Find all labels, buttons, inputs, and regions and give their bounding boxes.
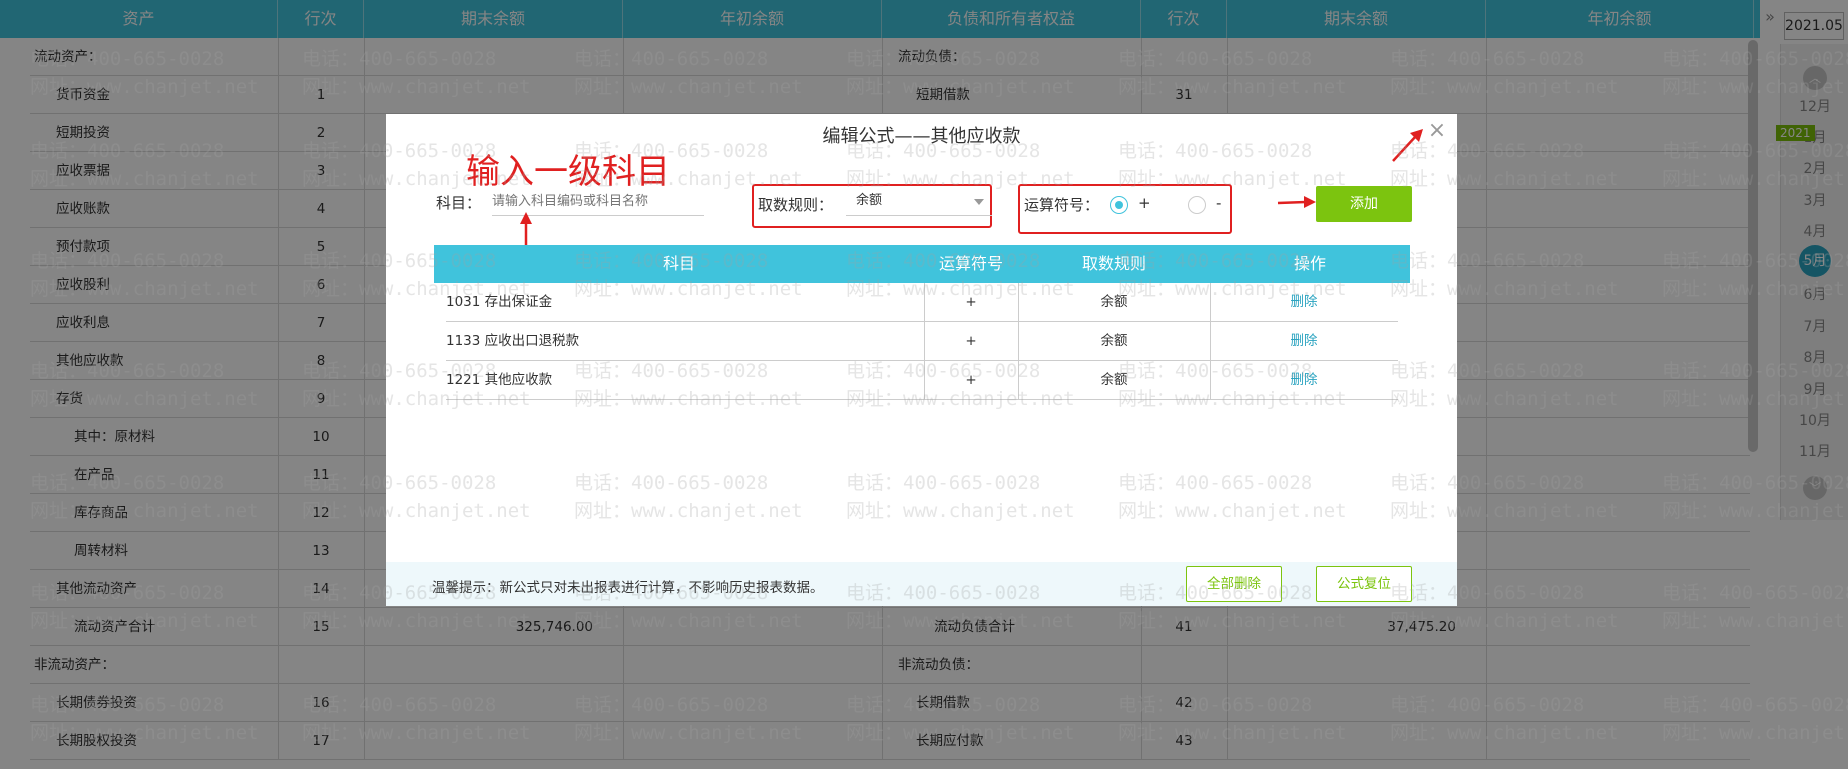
delete-link[interactable]: 删除	[1210, 283, 1398, 321]
formula-reset-button[interactable]: 公式复位	[1316, 566, 1412, 602]
subject-label: 科目：	[436, 194, 482, 212]
radio-minus-label: -	[1216, 194, 1222, 212]
rule-select-value: 余额	[856, 193, 883, 208]
formula-rule: 余额	[1100, 372, 1128, 388]
formula-subject: 1133 应收出口退税款	[446, 333, 580, 349]
delete-link[interactable]: 删除	[1210, 322, 1398, 360]
radio-plus-label: +	[1138, 194, 1151, 212]
col-operator: 运算符号	[938, 254, 1003, 273]
formula-subject: 1031 存出保证金	[446, 294, 553, 310]
col-action: 操作	[1293, 254, 1326, 273]
radio-plus[interactable]	[1110, 196, 1128, 214]
arrow-diagonal-icon	[1392, 129, 1423, 162]
formula-rule: 余额	[1100, 333, 1128, 349]
dialog-footer: 温馨提示：新公式只对未出报表进行计算，不影响历史报表数据。 全部删除 公式复位	[386, 562, 1457, 606]
rule-select[interactable]: 余额	[846, 188, 992, 216]
col-rule: 取数规则	[1081, 254, 1146, 273]
formula-row: 1031 存出保证金 + 余额 删除	[446, 283, 1398, 322]
close-icon[interactable]: ×	[1426, 120, 1448, 143]
formula-subject: 1221 其他应收款	[446, 372, 553, 388]
add-button[interactable]: 添加	[1316, 186, 1412, 222]
rule-label: 取数规则：	[758, 196, 834, 214]
rule-highlight-box: 取数规则： 余额	[752, 184, 992, 228]
radio-minus[interactable]	[1188, 196, 1206, 214]
formula-row: 1221 其他应收款 + 余额 删除	[446, 361, 1398, 400]
edit-formula-dialog: 编辑公式——其他应收款 × 输入一级科目 科目： 取数规则： 余额 运算符号： …	[386, 114, 1457, 606]
formula-operator: +	[965, 294, 977, 310]
formula-row: 1133 应收出口退税款 + 余额 删除	[446, 322, 1398, 361]
formula-operator: +	[965, 372, 977, 388]
delete-all-button[interactable]: 全部删除	[1186, 566, 1282, 602]
col-subject: 科目	[662, 254, 695, 273]
formula-operator: +	[965, 333, 977, 349]
annotation-text: 输入一级科目	[466, 152, 670, 192]
formula-grid-header: 科目 运算符号 取数规则 操作	[434, 245, 1410, 283]
delete-link[interactable]: 删除	[1210, 361, 1398, 399]
operator-label: 运算符号：	[1024, 196, 1100, 214]
arrow-right-icon	[1277, 196, 1316, 208]
formula-rule: 余额	[1100, 294, 1128, 310]
chevron-down-icon	[974, 199, 984, 205]
tip-text: 温馨提示：新公式只对未出报表进行计算，不影响历史报表数据。	[432, 580, 824, 596]
operator-highlight-box: 运算符号： + -	[1018, 184, 1232, 234]
